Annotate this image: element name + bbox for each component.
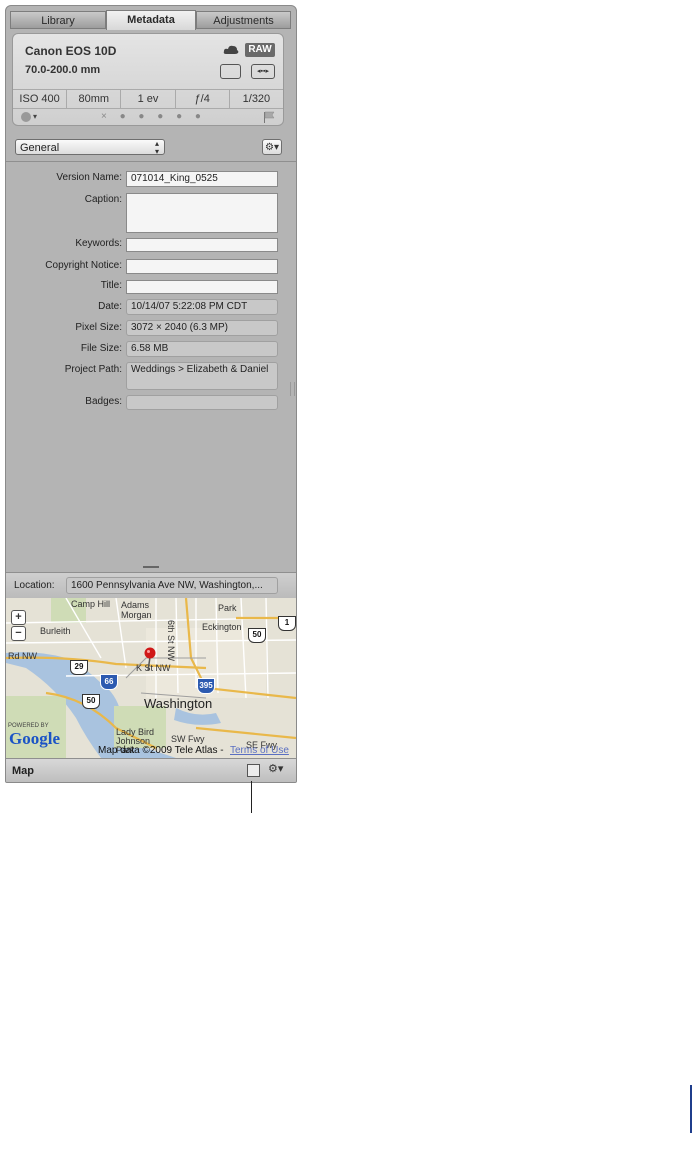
inspector-tabs: Library Metadata Adjustments (10, 10, 291, 31)
map-toggle-button[interactable] (247, 764, 260, 777)
updown-arrows-icon: ▴ ▾ (154, 139, 159, 156)
panel-resize-handle[interactable] (290, 382, 295, 396)
exif-iso: ISO 400 (19, 93, 60, 105)
gear-menu-button[interactable]: ⚙▾ (262, 139, 282, 155)
map-title: Map (12, 765, 34, 777)
camera-info-box: Canon EOS 10D 70.0-200.0 mm RAW ◂▪▪▸ ISO… (12, 33, 284, 126)
route-50-shield-icon: 50 (248, 628, 266, 643)
color-label-icon[interactable] (21, 112, 31, 122)
version-name-label: Version Name: (56, 172, 122, 183)
map-label-burleith: Burleith (40, 626, 71, 636)
caption-field[interactable] (126, 193, 278, 233)
google-logo: Google (9, 729, 60, 748)
location-field[interactable]: 1600 Pennsylvania Ave NW, Washington,... (66, 577, 278, 594)
map-gear-icon[interactable]: ⚙▾ (268, 762, 283, 775)
lens-info: 70.0-200.0 mm (25, 64, 101, 76)
project-path-label: Project Path: (64, 364, 122, 375)
metadata-view-value: General (20, 142, 60, 154)
date-label: Date: (98, 301, 122, 312)
map-label-adams-morgan: Adams Morgan (121, 600, 152, 620)
map-label-camp-hill: Camp Hill (71, 599, 111, 609)
camera-controls: ▾ × ● ● ● ● ● (13, 110, 283, 126)
route-1-shield-icon: 1 (278, 616, 296, 631)
callout-line (251, 781, 252, 813)
splitter-handle[interactable] (143, 566, 159, 568)
tab-library[interactable]: Library (10, 11, 106, 29)
badges-value (126, 395, 278, 410)
zoom-out-button[interactable]: − (11, 626, 26, 641)
pixel-size-value: 3072 × 2040 (6.3 MP) (126, 320, 278, 336)
metadata-view-dropdown[interactable]: General ▴ ▾ (15, 139, 165, 156)
white-balance-icon (220, 64, 241, 79)
badges-label: Badges: (85, 396, 122, 407)
keywords-label: Keywords: (75, 238, 122, 249)
tab-metadata[interactable]: Metadata (106, 10, 196, 30)
map-view[interactable]: + − Camp Hill Adams Morgan Burleith Ecki… (6, 598, 296, 758)
map-label-washington: Washington (144, 696, 213, 711)
route-29-shield-icon: 29 (70, 660, 88, 675)
location-pin-icon (144, 647, 156, 671)
map-label-eckington: Eckington (202, 622, 242, 632)
exif-exposure-bias: 1 ev (120, 90, 174, 108)
location-label: Location: (14, 580, 55, 591)
zoom-in-button[interactable]: + (11, 610, 26, 625)
pixel-size-label: Pixel Size: (75, 322, 122, 333)
exif-shutter: 1/320 (228, 90, 283, 108)
version-name-field[interactable]: 071014_King_0525 (126, 171, 278, 187)
tab-adjustments[interactable]: Adjustments (196, 11, 291, 29)
map-label-6th-st: 6th St NW (166, 620, 176, 662)
caption-label: Caption: (84, 194, 122, 205)
copyright-label: Copyright Notice: (45, 260, 122, 271)
title-field[interactable] (126, 280, 278, 294)
map-label-sw-fwy: SW Fwy (171, 734, 205, 744)
project-path-value: Weddings > Elizabeth & Daniel (126, 362, 278, 390)
camera-model: Canon EOS 10D (25, 44, 117, 58)
date-value: 10/14/07 5:22:08 PM CDT (126, 299, 278, 315)
rating-control[interactable]: × ● ● ● ● ● (101, 110, 206, 124)
map-label-rd-nw: Rd NW (8, 651, 37, 661)
file-size-value: 6.58 MB (126, 341, 278, 357)
keywords-field[interactable] (126, 238, 278, 252)
file-size-label: File Size: (80, 343, 122, 354)
color-label-arrow-icon[interactable]: ▾ (33, 110, 37, 124)
interstate-395-shield-icon: 395 (197, 678, 215, 694)
map-bottom-bar: Map ⚙▾ (6, 758, 296, 782)
page-margin-marker (690, 1085, 692, 1133)
flag-icon[interactable] (263, 111, 275, 123)
inspector-panel: Library Metadata Adjustments Canon EOS 1… (5, 5, 297, 783)
route-50-shield-icon: 50 (82, 694, 100, 709)
terms-of-use-link[interactable]: Terms of Use (230, 745, 289, 756)
gear-icon: ⚙▾ (265, 142, 279, 153)
map-attribution: Map data ©2009 Tele Atlas - (98, 745, 224, 756)
copyright-field[interactable] (126, 259, 278, 274)
cloud-icon (223, 45, 239, 54)
exif-row: ISO 400 80mm 1 ev ƒ/4 1/320 (13, 89, 283, 109)
divider (6, 161, 296, 162)
raw-badge: RAW (245, 43, 275, 57)
map-label-park: Park (218, 603, 237, 613)
title-label: Title: (100, 280, 122, 291)
metering-icon: ◂▪▪▸ (251, 64, 275, 79)
exif-aperture: ƒ/4 (174, 90, 229, 108)
location-bar: Location: 1600 Pennsylvania Ave NW, Wash… (6, 572, 296, 599)
exif-focal-length: 80mm (66, 90, 120, 108)
interstate-66-shield-icon: 66 (100, 674, 118, 690)
